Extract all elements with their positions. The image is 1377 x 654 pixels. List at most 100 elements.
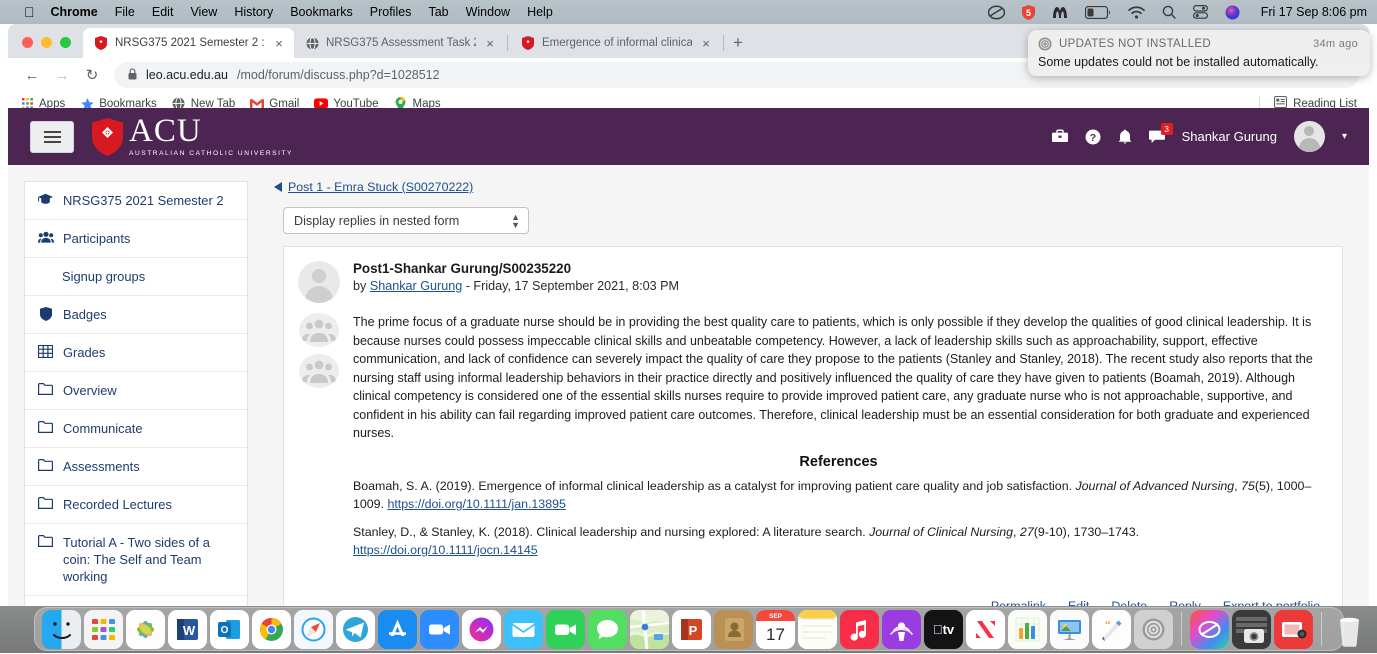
window-traffic-lights[interactable] xyxy=(18,37,83,58)
contacts-icon[interactable] xyxy=(714,610,753,649)
forward-button[interactable]: → xyxy=(48,61,76,89)
svg-text:tv: tv xyxy=(933,622,955,637)
google-chrome-icon[interactable] xyxy=(252,610,291,649)
sidebar-item-overview[interactable]: Overview xyxy=(25,372,247,410)
search-icon[interactable] xyxy=(1162,5,1176,19)
zoom-icon[interactable] xyxy=(420,610,459,649)
telegram-icon[interactable] xyxy=(336,610,375,649)
reference-volume: 75 xyxy=(1241,479,1255,493)
help-icon[interactable]: ? xyxy=(1085,129,1101,145)
reload-button[interactable]: ↻ xyxy=(78,61,106,89)
avatar[interactable] xyxy=(298,261,340,303)
sidebar-item-recorded-lectures[interactable]: Recorded Lectures xyxy=(25,486,247,524)
numbers-icon[interactable] xyxy=(1008,610,1047,649)
sidebar-item-participants[interactable]: Participants xyxy=(25,220,247,258)
screenshot-icon[interactable] xyxy=(1232,610,1271,649)
malwarebytes-m-icon[interactable] xyxy=(1052,5,1068,19)
sidebar-item-badges[interactable]: Badges xyxy=(25,296,247,334)
facebook-messenger-icon[interactable] xyxy=(462,610,501,649)
menu-item-edit[interactable]: Edit xyxy=(152,5,174,19)
menu-item-window[interactable]: Window xyxy=(466,5,510,19)
siri-icon[interactable] xyxy=(1225,5,1240,20)
menu-item-bookmarks[interactable]: Bookmarks xyxy=(290,5,353,19)
acu-header-right: ? 3 Shankar Gurung ▾ xyxy=(1052,121,1347,152)
close-window-button[interactable] xyxy=(22,37,33,48)
sidebar-item-label: Tutorial A - Two sides of a coin: The Se… xyxy=(63,534,235,585)
mail-icon[interactable] xyxy=(504,610,543,649)
notes-icon[interactable] xyxy=(798,610,837,649)
chevron-down-icon[interactable]: ▾ xyxy=(1342,131,1347,142)
launchpad-icon[interactable] xyxy=(84,610,123,649)
battery-icon[interactable] xyxy=(1085,6,1111,19)
photos-icon[interactable] xyxy=(126,610,165,649)
reference-doi-link[interactable]: https://doi.org/10.1111/jan.13895 xyxy=(387,497,565,511)
briefcase-icon[interactable] xyxy=(1052,129,1068,144)
app-store-icon[interactable] xyxy=(378,610,417,649)
new-tab-button[interactable]: + xyxy=(733,34,743,51)
menu-item-file[interactable]: File xyxy=(115,5,135,19)
reference-doi-link[interactable]: https://doi.org/10.1111/jocn.14145 xyxy=(353,543,538,557)
user-name[interactable]: Shankar Gurung xyxy=(1182,129,1277,144)
group-icon xyxy=(299,354,339,388)
messages-icon[interactable] xyxy=(588,610,627,649)
facetime-icon[interactable] xyxy=(546,610,585,649)
menu-item-profiles[interactable]: Profiles xyxy=(370,5,412,19)
bell-icon[interactable] xyxy=(1118,129,1132,145)
sidebar-item-course[interactable]: NRSG375 2021 Semester 2 xyxy=(25,182,247,220)
microsoft-outlook-icon[interactable]: O xyxy=(210,610,249,649)
close-tab-icon[interactable]: × xyxy=(272,37,286,50)
system-notification[interactable]: UPDATES NOT INSTALLED 34m ago Some updat… xyxy=(1028,30,1370,76)
messages-icon[interactable]: 3 xyxy=(1149,130,1165,144)
post-content: The prime focus of a graduate nurse shou… xyxy=(353,313,1324,569)
minimize-window-button[interactable] xyxy=(41,37,52,48)
wifi-icon[interactable] xyxy=(1128,6,1145,19)
tab-emergence-informal-clinical[interactable]: Emergence of informal clinical × xyxy=(510,28,721,58)
hamburger-menu-icon[interactable] xyxy=(30,121,74,153)
acu-logo[interactable]: ACU AUSTRALIAN CATHOLIC UNIVERSITY xyxy=(92,116,293,156)
acu-logo-subtitle: AUSTRALIAN CATHOLIC UNIVERSITY xyxy=(129,150,293,157)
menubar-clock[interactable]: Fri 17 Sep 8:06 pm xyxy=(1261,5,1367,19)
previous-post-link-top[interactable]: Post 1 - Emra Stuck (S00270222) xyxy=(274,180,473,194)
menu-item-help[interactable]: Help xyxy=(527,5,553,19)
freeform-icon[interactable]: “ xyxy=(1092,610,1131,649)
sidebar-item-signup-groups[interactable]: Signup groups xyxy=(25,258,247,296)
menu-item-view[interactable]: View xyxy=(190,5,217,19)
back-button[interactable]: ← xyxy=(18,61,46,89)
close-tab-icon[interactable]: × xyxy=(483,37,497,50)
avatar[interactable] xyxy=(1294,121,1325,152)
malwarebytes-icon[interactable]: 5 xyxy=(1022,5,1035,20)
keynote-icon[interactable] xyxy=(1050,610,1089,649)
system-preferences-icon[interactable] xyxy=(1134,610,1173,649)
creative-cloud-icon[interactable] xyxy=(1190,610,1229,649)
trash-icon[interactable] xyxy=(1330,610,1369,649)
music-icon[interactable] xyxy=(840,610,879,649)
podcasts-icon[interactable] xyxy=(882,610,921,649)
creative-cloud-icon[interactable] xyxy=(988,5,1005,20)
maximize-window-button[interactable] xyxy=(60,37,71,48)
finder-icon[interactable] xyxy=(42,610,81,649)
tab-nrsg375-forum[interactable]: NRSG375 2021 Semester 2 : Po × xyxy=(83,28,294,58)
svg-text:5: 5 xyxy=(1026,8,1031,18)
maps-icon[interactable] xyxy=(630,610,669,649)
news-icon[interactable] xyxy=(966,610,1005,649)
sidebar-item-tutorial-a[interactable]: Tutorial A - Two sides of a coin: The Se… xyxy=(25,524,247,596)
microsoft-word-icon[interactable]: W xyxy=(168,610,207,649)
menu-item-history[interactable]: History xyxy=(234,5,273,19)
sidebar-item-communicate[interactable]: Communicate xyxy=(25,410,247,448)
tab-title: Emergence of informal clinical xyxy=(542,37,692,49)
display-mode-select[interactable]: Display replies in nested form ▲▼ xyxy=(283,207,529,234)
sidebar-item-grades[interactable]: Grades xyxy=(25,334,247,372)
calendar-icon[interactable]: SEP17 xyxy=(756,610,795,649)
control-center-icon[interactable] xyxy=(1193,5,1208,19)
menu-item-tab[interactable]: Tab xyxy=(428,5,448,19)
menu-item-chrome[interactable]: Chrome xyxy=(51,5,98,19)
apple-logo-icon[interactable]:  xyxy=(24,5,35,19)
post-author-link[interactable]: Shankar Gurung xyxy=(370,279,462,293)
tab-nrsg375-assessment[interactable]: NRSG375 Assessment Task 2 ( × xyxy=(294,28,505,58)
microsoft-powerpoint-icon[interactable]: P xyxy=(672,610,711,649)
safari-icon[interactable] xyxy=(294,610,333,649)
close-tab-icon[interactable]: × xyxy=(699,37,713,50)
apple-tv-icon[interactable]: tv xyxy=(924,610,963,649)
photo-booth-icon[interactable] xyxy=(1274,610,1313,649)
sidebar-item-assessments[interactable]: Assessments xyxy=(25,448,247,486)
